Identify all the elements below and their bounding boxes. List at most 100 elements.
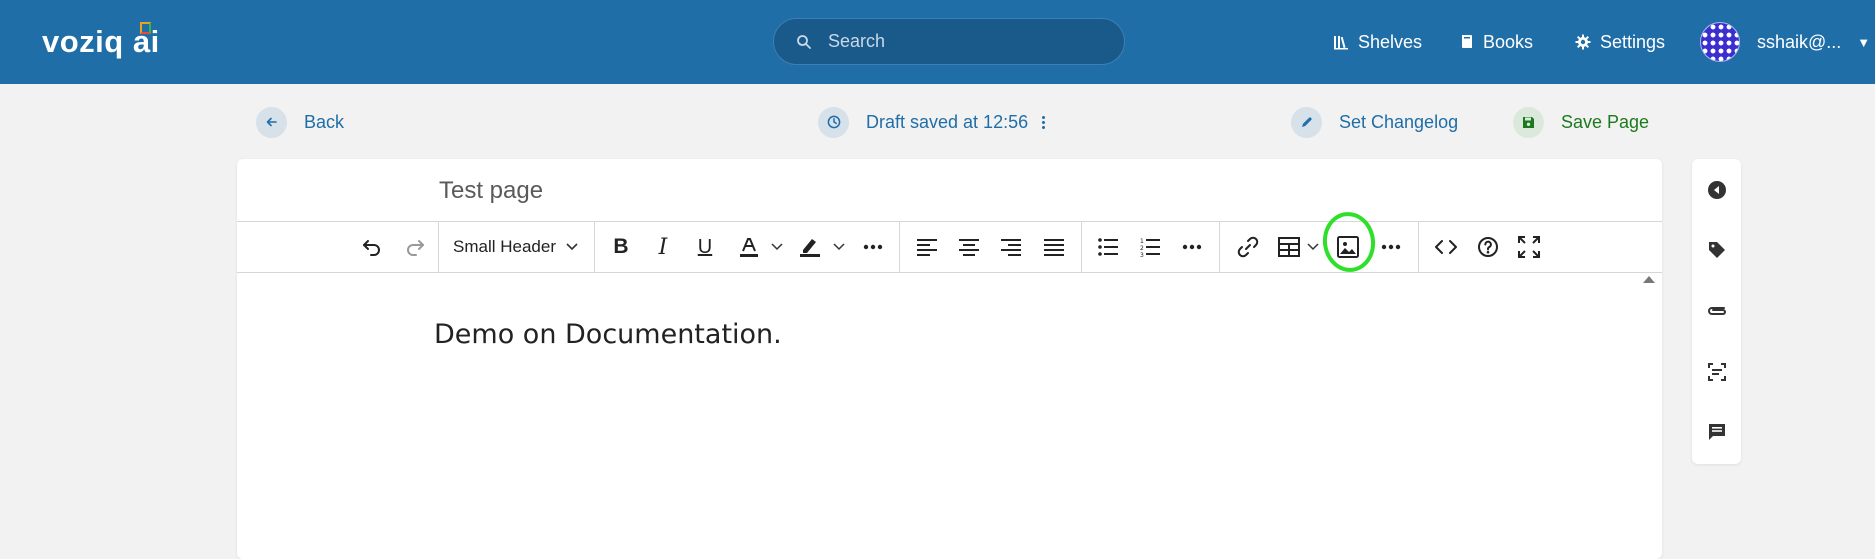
more-horizontal-icon: [863, 244, 883, 250]
more-formatting-button[interactable]: [855, 222, 891, 272]
toolbar-divider: [899, 222, 900, 272]
more-lists-button[interactable]: [1174, 222, 1210, 272]
align-center-icon: [959, 239, 979, 256]
gear-icon: [1575, 34, 1591, 50]
undo-button[interactable]: [352, 222, 392, 272]
clock-icon: [818, 106, 849, 138]
numbered-list-icon: 123: [1140, 238, 1160, 257]
chevron-down-icon: ▼: [1857, 34, 1871, 50]
table-icon: [1278, 237, 1300, 257]
bold-button[interactable]: B: [603, 222, 639, 272]
search-icon: [797, 34, 811, 49]
scroll-up-arrow[interactable]: [1643, 276, 1655, 283]
back-button[interactable]: Back: [256, 105, 344, 139]
more-horizontal-icon: [1182, 244, 1202, 250]
chevron-down-icon: [566, 243, 578, 251]
nav-shelves[interactable]: Shelves: [1333, 25, 1422, 59]
nav-settings[interactable]: Settings: [1575, 25, 1665, 59]
highlight-color-dropdown[interactable]: [831, 222, 847, 272]
link-icon: [1237, 236, 1259, 258]
align-right-button[interactable]: [993, 222, 1029, 272]
save-page-label: Save Page: [1561, 111, 1650, 132]
editor-card: Test page Small Header B I U 1 2 3 Demo …: [237, 159, 1662, 559]
editor-sidebar: [1692, 159, 1741, 464]
attachment-icon: [1707, 307, 1726, 315]
code-icon: [1435, 240, 1457, 254]
text-color-dropdown[interactable]: [769, 222, 785, 272]
bullet-list-button[interactable]: [1090, 222, 1126, 272]
italic-icon: I: [658, 234, 668, 260]
italic-button[interactable]: I: [645, 222, 681, 272]
user-menu[interactable]: sshaik@... ▼: [1700, 22, 1870, 62]
toolbar-divider: [1219, 222, 1220, 272]
shelves-icon: [1334, 36, 1348, 50]
comments-button[interactable]: [1692, 417, 1741, 447]
book-icon: [1462, 35, 1472, 48]
tag-icon: [1708, 242, 1725, 258]
fullscreen-icon: [1518, 236, 1540, 258]
chevron-down-icon: [771, 243, 783, 251]
underline-icon: U: [697, 235, 713, 258]
draft-status-label: Draft saved at 12:56: [866, 111, 1029, 132]
align-left-button[interactable]: [909, 222, 945, 272]
more-horizontal-icon: [1381, 244, 1401, 250]
search-bar[interactable]: [773, 18, 1125, 65]
draft-status[interactable]: Draft saved at 12:56: [818, 105, 1046, 139]
search-input[interactable]: [826, 30, 1110, 53]
avatar: [1700, 22, 1740, 62]
editor-content[interactable]: Demo on Documentation.: [434, 319, 782, 350]
svg-text:1: 1: [1140, 238, 1144, 245]
editor-toolbar: Small Header B I U 1 2 3: [237, 208, 1662, 276]
user-name: sshaik@...: [1757, 31, 1842, 52]
toolbar-divider: [1081, 222, 1082, 272]
align-left-icon: [917, 239, 937, 256]
redo-icon: [407, 240, 424, 256]
help-button[interactable]: [1469, 222, 1507, 272]
save-icon: [1513, 106, 1544, 138]
toolbar-divider: [438, 222, 439, 272]
highlighter-icon: [800, 239, 820, 257]
kebab-menu-icon[interactable]: [1042, 115, 1046, 129]
template-icon: [1707, 363, 1726, 381]
nav-settings-label: Settings: [1600, 31, 1666, 52]
fullscreen-button[interactable]: [1510, 222, 1548, 272]
toolbar-divider: [1418, 222, 1419, 272]
tags-button[interactable]: [1692, 235, 1741, 265]
align-center-button[interactable]: [951, 222, 987, 272]
save-page-button[interactable]: Save Page: [1513, 105, 1649, 139]
comment-icon: [1708, 424, 1725, 440]
nav-books-label: Books: [1483, 31, 1534, 52]
insert-link-button[interactable]: [1229, 222, 1267, 272]
page-title-input[interactable]: Test page: [439, 177, 543, 205]
text-color-button[interactable]: [731, 222, 767, 272]
numbered-list-button[interactable]: 123: [1132, 222, 1168, 272]
block-style-select[interactable]: Small Header: [453, 222, 578, 272]
templates-button[interactable]: [1692, 357, 1741, 387]
source-code-button[interactable]: [1427, 222, 1465, 272]
set-changelog-button[interactable]: Set Changelog: [1291, 105, 1458, 139]
align-right-icon: [1001, 239, 1021, 256]
logo[interactable]: voziq ai: [42, 22, 160, 62]
attachments-button[interactable]: [1692, 296, 1741, 326]
insert-table-dropdown[interactable]: [1305, 222, 1321, 272]
block-style-label: Small Header: [453, 237, 556, 256]
logo-mark: [140, 22, 151, 34]
redo-button[interactable]: [395, 222, 435, 272]
pencil-icon: [1291, 106, 1322, 138]
underline-button[interactable]: U: [687, 222, 723, 272]
nav-shelves-label: Shelves: [1358, 31, 1423, 52]
chevron-down-icon: [1307, 243, 1319, 251]
insert-table-button[interactable]: [1271, 222, 1307, 272]
sidebar-toggle-button[interactable]: [1692, 175, 1741, 205]
text-color-icon: [740, 238, 758, 257]
bold-icon: B: [613, 235, 629, 258]
justify-button[interactable]: [1036, 222, 1072, 272]
set-changelog-label: Set Changelog: [1339, 111, 1459, 132]
nav-books[interactable]: Books: [1460, 25, 1533, 59]
more-insert-button[interactable]: [1373, 222, 1409, 272]
highlight-color-button[interactable]: [792, 222, 828, 272]
back-label: Back: [304, 111, 345, 132]
insert-image-button[interactable]: [1329, 222, 1367, 272]
toolbar-divider: [594, 222, 595, 272]
chevron-down-icon: [833, 243, 845, 251]
